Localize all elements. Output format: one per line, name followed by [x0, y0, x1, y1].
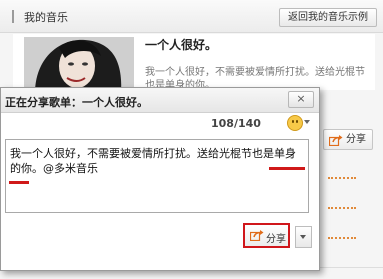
page-header: 我的音乐 返回我的音乐示例	[0, 0, 383, 33]
share-submit-button[interactable]: 分享	[243, 223, 290, 248]
section-marker	[12, 10, 14, 23]
highlight-underline	[269, 167, 305, 170]
share-icon	[249, 230, 264, 244]
list-divider-dash	[328, 237, 356, 241]
share-button-group: 分享	[243, 223, 312, 248]
dialog-titlebar: 正在分享歌单：一个人很好。 ×	[1, 88, 319, 113]
list-divider-dash	[328, 177, 356, 181]
share-message-input[interactable]: 我一个人很好，不需要被爱情所打扰。送给光棍节也是单身的你。@多米音乐	[5, 139, 309, 213]
mention-tag: @多米音乐	[43, 162, 98, 175]
background-share-label: 分享	[346, 134, 366, 145]
smiley-icon	[287, 115, 303, 131]
share-submit-label: 分享	[266, 234, 286, 245]
chevron-down-icon	[300, 235, 306, 239]
return-to-my-music-button[interactable]: 返回我的音乐示例	[279, 8, 377, 27]
album-title[interactable]: 一个人很好。	[145, 36, 217, 53]
list-divider-dash	[328, 207, 356, 211]
share-icon	[328, 134, 343, 153]
background-share-button[interactable]: 分享	[323, 129, 373, 150]
character-counter: 108/140	[211, 117, 261, 130]
share-options-dropdown[interactable]	[295, 226, 312, 248]
dialog-title: 正在分享歌单：一个人很好。	[5, 96, 148, 109]
emoji-picker-button[interactable]	[287, 115, 313, 131]
share-playlist-dialog: 正在分享歌单：一个人很好。 × 108/140 我一个人很好，不需要被爱情所打扰…	[0, 87, 320, 271]
highlight-underline	[9, 181, 29, 184]
section-title: 我的音乐	[24, 11, 68, 24]
chevron-down-icon	[304, 120, 310, 124]
album-cover-image[interactable]	[24, 37, 134, 94]
close-button[interactable]: ×	[288, 91, 314, 108]
